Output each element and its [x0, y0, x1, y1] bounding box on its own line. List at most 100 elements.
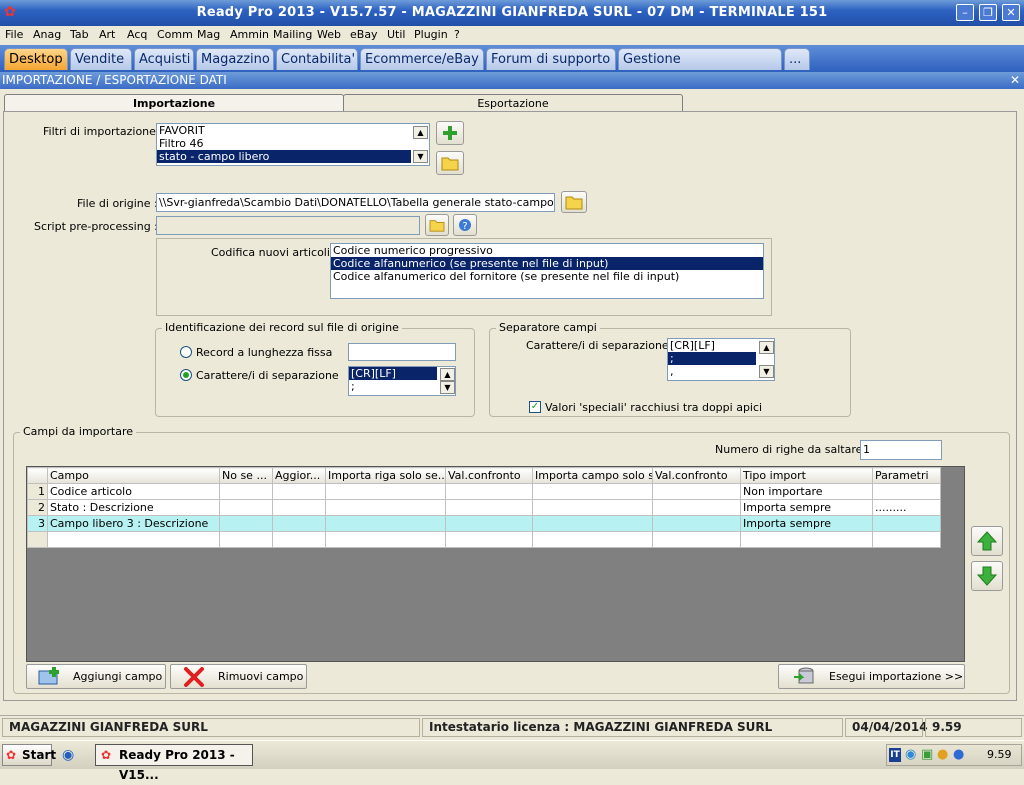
menu-comm[interactable]: Comm	[157, 28, 193, 41]
list-item-selected[interactable]: Codice alfanumerico (se presente nel fil…	[331, 257, 763, 270]
column-header[interactable]: Importa riga solo se...	[325, 467, 446, 484]
column-header[interactable]: Aggior...	[272, 467, 326, 484]
table-cell[interactable]	[272, 515, 326, 532]
menu-acq[interactable]: Acq	[127, 28, 147, 41]
table-cell[interactable]	[872, 483, 941, 500]
tab-contabilita[interactable]: Contabilita'	[276, 48, 358, 70]
menu-ebay[interactable]: eBay	[350, 28, 378, 41]
start-button[interactable]: ✿ Start	[2, 744, 56, 766]
update-icon[interactable]: ●	[953, 747, 964, 762]
network-icon[interactable]: ◉	[905, 747, 916, 762]
move-up-button[interactable]	[971, 526, 1003, 556]
add-field-button[interactable]: Aggiungi campo	[26, 664, 166, 689]
table-cell[interactable]	[532, 483, 653, 500]
script-help-button[interactable]: ?	[453, 214, 477, 236]
table-cell[interactable]: Codice articolo	[47, 483, 220, 500]
menu-file[interactable]: File	[5, 28, 23, 41]
table-cell[interactable]	[272, 483, 326, 500]
run-import-button[interactable]: Esegui importazione >>	[778, 664, 965, 689]
script-input[interactable]	[156, 216, 420, 235]
list-item-selected[interactable]: [CR][LF]	[349, 367, 437, 380]
record-separator-list[interactable]: [CR][LF] ; ▲ ▼	[348, 366, 456, 396]
fixed-length-input[interactable]	[348, 343, 456, 361]
column-header[interactable]: Val.confronto	[652, 467, 741, 484]
source-file-input[interactable]: \\Svr-gianfreda\Scambio Dati\DONATELLO\T…	[156, 193, 555, 212]
column-header[interactable]: Val.confronto	[445, 467, 533, 484]
tab-magazzino[interactable]: Magazzino	[196, 48, 274, 70]
tab-esportazione[interactable]: Esportazione	[343, 94, 683, 112]
table-cell[interactable]	[219, 531, 273, 548]
table-cell[interactable]	[272, 499, 326, 516]
menu-plugin[interactable]: Plugin	[414, 28, 448, 41]
encoding-list[interactable]: Codice numerico progressivo Codice alfan…	[330, 243, 764, 299]
quotes-checkbox[interactable]: ✓	[529, 401, 541, 413]
menu-mag[interactable]: Mag	[197, 28, 220, 41]
table-cell[interactable]: Non importare	[740, 483, 873, 500]
taskbar-item-readypro[interactable]: ✿ Ready Pro 2013 - V15...	[95, 744, 253, 782]
table-cell[interactable]	[532, 499, 653, 516]
table-row[interactable]	[27, 531, 941, 548]
column-header[interactable]: Campo	[47, 467, 220, 484]
menu-anag[interactable]: Anag	[33, 28, 61, 41]
security-icon[interactable]: ▣	[921, 747, 933, 762]
menu-ammin[interactable]: Ammin	[230, 28, 269, 41]
table-cell[interactable]	[325, 483, 446, 500]
tab-acquisti[interactable]: Acquisti	[134, 48, 194, 70]
tab-messaggistica[interactable]: Gestione messaggistica	[618, 48, 782, 89]
table-row-selected[interactable]: 3 Campo libero 3 : Descrizione Importa s…	[27, 515, 941, 532]
list-item[interactable]: Codice numerico progressivo	[331, 244, 763, 257]
menu-art[interactable]: Art	[99, 28, 115, 41]
add-filter-button[interactable]	[436, 121, 464, 145]
browse-file-button[interactable]	[561, 191, 587, 213]
table-cell[interactable]	[325, 515, 446, 532]
open-filter-button[interactable]	[436, 151, 464, 175]
table-cell[interactable]: Stato : Descrizione	[47, 499, 220, 516]
skip-rows-input[interactable]: 1	[860, 440, 942, 460]
tab-desktop[interactable]: Desktop	[4, 48, 68, 70]
tab-vendite[interactable]: Vendite	[70, 48, 132, 70]
field-separator-list[interactable]: [CR][LF] ; , ▲ ▼	[667, 338, 775, 381]
column-header[interactable]: Parametri	[872, 467, 941, 484]
menu-mailing[interactable]: Mailing	[273, 28, 312, 41]
table-cell[interactable]: Campo libero 3 : Descrizione	[47, 515, 220, 532]
info-icon[interactable]: ●	[937, 747, 948, 762]
list-item-selected[interactable]: stato - campo libero	[157, 150, 411, 163]
menu-help[interactable]: ?	[454, 28, 460, 41]
table-cell[interactable]	[532, 515, 653, 532]
language-indicator[interactable]: IT	[889, 748, 901, 762]
tab-more[interactable]: ...	[784, 48, 810, 70]
table-cell[interactable]: Importa sempre	[740, 499, 873, 516]
table-cell[interactable]	[219, 483, 273, 500]
table-cell[interactable]	[652, 515, 741, 532]
table-cell[interactable]	[652, 483, 741, 500]
table-cell[interactable]	[652, 531, 741, 548]
table-cell[interactable]	[325, 531, 446, 548]
table-row[interactable]: 2 Stato : Descrizione Importa sempre ...…	[27, 499, 941, 516]
table-cell[interactable]	[219, 499, 273, 516]
table-cell[interactable]	[532, 531, 653, 548]
scroll-up-icon[interactable]: ▲	[413, 126, 428, 139]
table-cell[interactable]: Importa sempre	[740, 515, 873, 532]
menu-tab[interactable]: Tab	[70, 28, 89, 41]
table-cell[interactable]	[872, 531, 941, 548]
table-row[interactable]: 1 Codice articolo Non importare	[27, 483, 941, 500]
list-item-selected[interactable]: ;	[668, 352, 756, 365]
scroll-down-icon[interactable]: ▼	[759, 365, 774, 378]
remove-field-button[interactable]: Rimuovi campo	[170, 664, 307, 689]
close-window-button[interactable]: ✕	[1002, 4, 1020, 21]
browse-script-button[interactable]	[425, 214, 449, 236]
move-down-button[interactable]	[971, 561, 1003, 591]
scroll-up-icon[interactable]: ▲	[440, 368, 455, 381]
table-cell[interactable]	[47, 531, 220, 548]
table-cell[interactable]	[445, 483, 533, 500]
tab-importazione[interactable]: Importazione	[4, 94, 344, 112]
table-cell[interactable]	[872, 515, 941, 532]
close-section-icon[interactable]: ✕	[1010, 73, 1020, 87]
table-cell[interactable]	[445, 499, 533, 516]
table-cell[interactable]	[445, 531, 533, 548]
scroll-down-icon[interactable]: ▼	[413, 150, 428, 163]
list-item[interactable]: Codice alfanumerico del fornitore (se pr…	[331, 270, 763, 283]
table-cell[interactable]: .........	[872, 499, 941, 516]
column-header[interactable]: Importa campo solo s...	[532, 467, 653, 484]
column-header[interactable]: No se ...	[219, 467, 273, 484]
